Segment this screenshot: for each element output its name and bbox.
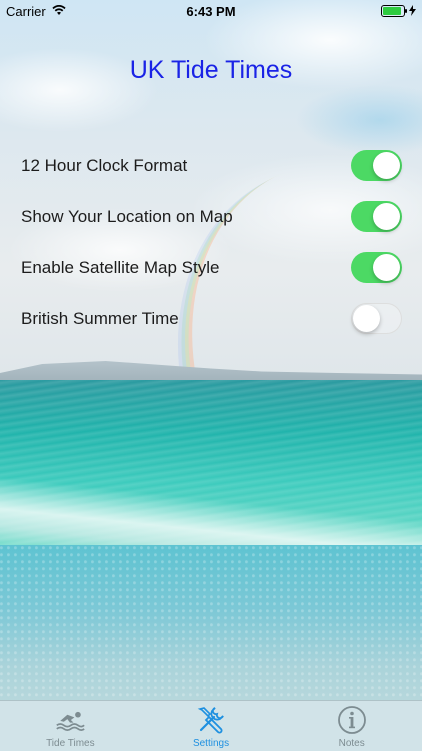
toggle-knob [353,304,380,332]
setting-label: 12 Hour Clock Format [21,155,188,175]
status-time: 6:43 PM [186,3,236,19]
setting-row-show-location: Show Your Location on Map [0,191,422,242]
tools-icon [196,705,226,735]
page-title: UK Tide Times [129,56,293,84]
info-icon [337,705,367,735]
setting-row-satellite-style: Enable Satellite Map Style [0,242,422,293]
setting-label: British Summer Time [21,308,179,328]
toggle-show-location[interactable] [351,201,402,232]
tab-bar: Tide Times Settings Notes [0,700,422,751]
tab-notes[interactable]: Notes [281,701,422,751]
setting-label: Show Your Location on Map [21,206,233,226]
beach-sand [0,545,422,700]
settings-list: 12 Hour Clock Format Show Your Location … [0,140,422,344]
tab-label: Settings [192,738,230,749]
toggle-12-hour-clock[interactable] [351,150,402,181]
setting-label: Enable Satellite Map Style [21,257,220,277]
tab-label: Notes [338,738,365,749]
setting-row-british-summer-time: British Summer Time [0,293,422,344]
toggle-knob [373,254,400,281]
swimmer-icon [55,705,86,735]
tab-settings[interactable]: Settings [141,701,282,751]
toggle-satellite-style[interactable] [351,252,402,283]
status-bar: Carrier 6:43 PM [0,0,422,22]
toggle-british-summer-time[interactable] [351,303,402,334]
toggle-knob [373,152,400,179]
tab-label: Tide Times [46,738,95,749]
toggle-knob [373,203,400,230]
background-image [0,0,422,700]
tab-tide-times[interactable]: Tide Times [0,701,141,751]
setting-row-12-hour-clock: 12 Hour Clock Format [0,140,422,191]
battery-icon [381,5,407,17]
